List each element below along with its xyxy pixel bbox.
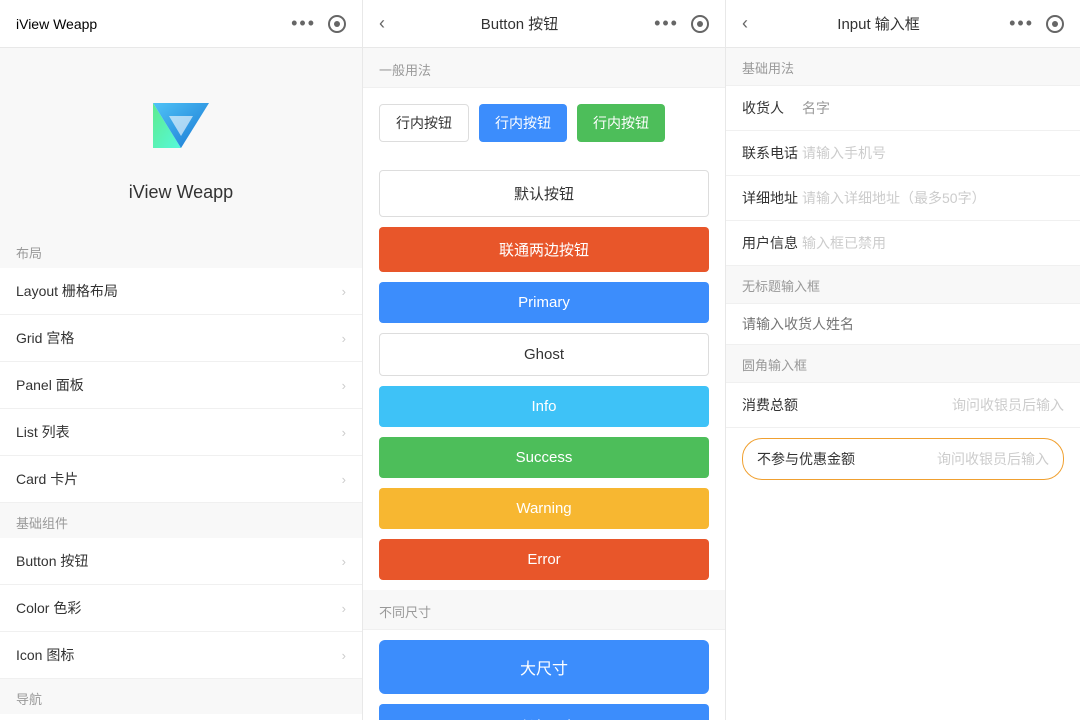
logo-image: [141, 88, 221, 168]
left-header-icons: •••: [291, 13, 346, 34]
more-icon[interactable]: •••: [1009, 13, 1034, 34]
middle-panel-header: ‹ Button 按钮 •••: [363, 0, 725, 48]
right-panel-header: ‹ Input 输入框 •••: [726, 0, 1080, 48]
input-disabled-userinfo: 输入框已禁用: [802, 233, 1064, 253]
input-label-userinfo: 用户信息: [742, 233, 802, 253]
sidebar-item-icon[interactable]: Icon 图标 ›: [0, 632, 362, 679]
right-header-icons: •••: [1009, 13, 1064, 34]
btn-block-warning[interactable]: Warning: [379, 488, 709, 529]
right-panel: ‹ Input 输入框 ••• 基础用法 收货人 名字 联系电话 请输入手机号 …: [726, 0, 1080, 720]
right-panel-title: Input 输入框: [837, 13, 920, 34]
back-icon[interactable]: ‹: [742, 13, 748, 34]
ri-label-discount: 不参与优惠金额: [757, 449, 855, 469]
btn-inline-success[interactable]: 行内按钮: [577, 104, 665, 142]
section-label-layout: 布局: [0, 233, 362, 268]
sidebar-item-panel[interactable]: Panel 面板 ›: [0, 362, 362, 409]
section-label-nav: 导航: [0, 679, 362, 714]
rounded-input-row-total: 消费总额 询问收银员后输入: [726, 383, 1080, 428]
btn-block-success[interactable]: Success: [379, 437, 709, 478]
chevron-right-icon: ›: [342, 472, 346, 487]
logo-area: iView Weapp: [0, 48, 362, 233]
inline-buttons-area: 行内按钮 行内按钮 行内按钮: [363, 88, 725, 170]
input-value-recipient: 名字: [802, 98, 1064, 118]
chevron-right-icon: ›: [342, 284, 346, 299]
btn-size-default[interactable]: 默认尺寸: [379, 704, 709, 720]
chevron-right-icon: ›: [342, 601, 346, 616]
chevron-right-icon: ›: [342, 554, 346, 569]
input-label-address: 详细地址: [742, 188, 802, 208]
ri-label-total: 消费总额: [742, 395, 798, 415]
rounded-input-row-discount[interactable]: 不参与优惠金额 询问收银员后输入: [742, 438, 1064, 480]
input-label-phone: 联系电话: [742, 143, 802, 163]
chevron-right-icon: ›: [342, 378, 346, 393]
rounded-input-title: 圆角输入框: [726, 345, 1080, 383]
middle-panel-title: Button 按钮: [481, 13, 559, 34]
ri-placeholder-discount[interactable]: 询问收银员后输入: [937, 449, 1049, 469]
input-row-recipient: 收货人 名字: [726, 86, 1080, 131]
btn-size-large[interactable]: 大尺寸: [379, 640, 709, 694]
input-notitle-title: 无标题输入框: [726, 266, 1080, 304]
more-icon[interactable]: •••: [654, 13, 679, 34]
sidebar-item-card[interactable]: Card 卡片 ›: [0, 456, 362, 503]
input-basic-title: 基础用法: [726, 48, 1080, 86]
input-row-userinfo: 用户信息 输入框已禁用: [726, 221, 1080, 266]
sidebar-item-color[interactable]: Color 色彩 ›: [0, 585, 362, 632]
btn-block-ghost[interactable]: Ghost: [379, 333, 709, 376]
middle-content: 一般用法 行内按钮 行内按钮 行内按钮 默认按钮 联通两边按钮 Primary …: [363, 48, 725, 720]
section-general-title: 一般用法: [363, 48, 725, 88]
target-icon[interactable]: [328, 15, 346, 33]
input-placeholder-address[interactable]: 请输入详细地址（最多50字）: [802, 188, 1064, 208]
btn-inline-default[interactable]: 行内按钮: [379, 104, 469, 142]
input-row-address: 详细地址 请输入详细地址（最多50字）: [726, 176, 1080, 221]
middle-panel: ‹ Button 按钮 ••• 一般用法 行内按钮 行内按钮 行内按钮 默认按钮…: [363, 0, 726, 720]
back-icon[interactable]: ‹: [379, 13, 385, 34]
target-icon[interactable]: [1046, 15, 1064, 33]
input-row-phone: 联系电话 请输入手机号: [726, 131, 1080, 176]
btn-block-primary[interactable]: Primary: [379, 282, 709, 323]
sidebar-item-layout[interactable]: Layout 栅格布局 ›: [0, 268, 362, 315]
right-content: 基础用法 收货人 名字 联系电话 请输入手机号 详细地址 请输入详细地址（最多5…: [726, 48, 1080, 720]
sidebar-item-list[interactable]: List 列表 ›: [0, 409, 362, 456]
left-panel-title: iView Weapp: [16, 16, 97, 32]
left-panel: iView Weapp ••• iVie: [0, 0, 363, 720]
chevron-right-icon: ›: [342, 331, 346, 346]
inline-buttons-row: 行内按钮 行内按钮 行内按钮: [379, 104, 709, 142]
sidebar-item-tabbar[interactable]: TabBar 标签栏 ›: [0, 714, 362, 720]
sidebar-item-button[interactable]: Button 按钮 ›: [0, 538, 362, 585]
chevron-right-icon: ›: [342, 425, 346, 440]
input-label-recipient: 收货人: [742, 98, 802, 118]
btn-inline-primary[interactable]: 行内按钮: [479, 104, 567, 142]
no-title-input[interactable]: [726, 304, 1080, 345]
btn-block-default[interactable]: 默认按钮: [379, 170, 709, 217]
target-icon[interactable]: [691, 15, 709, 33]
btn-block-orange[interactable]: 联通两边按钮: [379, 227, 709, 272]
logo-title: iView Weapp: [129, 182, 233, 203]
chevron-right-icon: ›: [342, 648, 346, 663]
section-label-basic: 基础组件: [0, 503, 362, 538]
btn-block-info[interactable]: Info: [379, 386, 709, 427]
input-placeholder-phone[interactable]: 请输入手机号: [802, 143, 1064, 163]
btn-block-error[interactable]: Error: [379, 539, 709, 580]
ri-placeholder-total[interactable]: 询问收银员后输入: [952, 395, 1064, 415]
left-panel-header: iView Weapp •••: [0, 0, 362, 48]
section-sizes-title: 不同尺寸: [363, 590, 725, 630]
middle-header-icons: •••: [654, 13, 709, 34]
sidebar-item-grid[interactable]: Grid 宫格 ›: [0, 315, 362, 362]
more-icon[interactable]: •••: [291, 13, 316, 34]
